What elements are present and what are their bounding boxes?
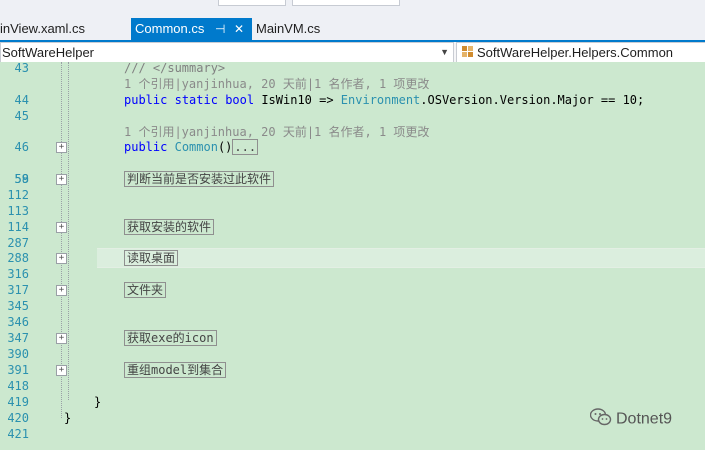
code-text: IsWin10 => [254, 93, 341, 107]
tab-label: inView.xaml.cs [0, 21, 86, 36]
line-number: 390 [7, 347, 29, 361]
code-text: () [217, 140, 233, 154]
tab-label: Common.cs [135, 21, 205, 36]
watermark-text: Dotnet9 [616, 410, 673, 428]
expand-icon[interactable]: + [56, 253, 67, 264]
line-number: 391 [7, 363, 29, 377]
region-exe-icon[interactable]: 获取exe的icon [124, 330, 217, 346]
expand-icon[interactable]: + [56, 333, 67, 344]
collapsed-block[interactable]: ... [232, 139, 259, 155]
line-number: 347 [7, 331, 29, 345]
expand-icon[interactable]: + [56, 285, 67, 296]
region-installed-check[interactable]: 判断当前是否安装过此软件 [124, 171, 275, 187]
line-number: 59 [14, 172, 29, 186]
line-number: 112 [7, 188, 29, 202]
keyword: bool [225, 93, 255, 107]
line-number: 419 [7, 395, 29, 409]
line-number: 43 [14, 61, 29, 75]
tab-common-cs[interactable]: Common.cs ⊣ ✕ [131, 18, 252, 40]
keyword: static [174, 93, 218, 107]
line-number: 44 [14, 93, 29, 107]
region-installed-list[interactable]: 获取安装的软件 [124, 219, 215, 235]
iswin10-property-line: public static bool IsWin10 => Environmen… [124, 92, 644, 108]
summary-comment-end: /// </summary> [124, 61, 226, 75]
expand-icon[interactable]: + [56, 222, 67, 233]
tab-mainview-xaml-cs[interactable]: inView.xaml.cs [0, 18, 126, 40]
line-number: 113 [7, 204, 29, 218]
tab-mainvm-cs[interactable]: MainVM.cs [256, 18, 336, 40]
region-folder[interactable]: 文件夹 [124, 282, 167, 298]
codelens-references[interactable]: 1 个引用|yanjinhua, 20 天前|1 名作者, 1 项更改 [124, 124, 429, 140]
codelens-references[interactable]: 1 个引用|yanjinhua, 20 天前|1 名作者, 1 项更改 [124, 76, 429, 92]
line-number: 46 [14, 140, 29, 154]
class-closing-brace: } [94, 395, 102, 409]
document-tab-bar: inView.xaml.cs Common.cs ⊣ ✕ MainVM.cs [0, 6, 705, 40]
expand-icon[interactable]: + [56, 174, 67, 185]
chevron-down-icon[interactable]: ▼ [440, 43, 449, 62]
expand-icon[interactable]: + [56, 142, 67, 153]
wechat-icon [589, 408, 612, 431]
project-dropdown[interactable]: SoftWareHelper ▼ [0, 42, 454, 63]
line-number: 345 [7, 299, 29, 313]
line-number: 114 [7, 220, 29, 234]
pin-icon[interactable]: ⊣ [215, 18, 225, 40]
region-desktop[interactable]: 读取桌面 [124, 250, 179, 266]
tab-label: MainVM.cs [256, 21, 321, 36]
line-number: 346 [7, 315, 29, 329]
line-number: 45 [14, 109, 29, 123]
region-model-set[interactable]: 重组model到集合 [124, 362, 227, 378]
line-number: 316 [7, 267, 29, 281]
expand-icon[interactable]: + [56, 365, 67, 376]
line-number: 317 [7, 283, 29, 297]
class-icon [461, 44, 474, 62]
type-name: Environment [340, 93, 421, 107]
current-line-highlight [97, 248, 705, 268]
navigation-bar: SoftWareHelper ▼ SoftWareHelper.Helpers.… [0, 42, 705, 63]
line-number: 288 [7, 251, 29, 265]
line-number: 420 [7, 411, 29, 425]
line-number: 418 [7, 379, 29, 393]
close-icon[interactable]: ✕ [234, 18, 244, 40]
type-name: Common [174, 140, 218, 154]
line-number: 421 [7, 427, 29, 441]
code-text: .OSVersion.Version.Major == 10; [420, 93, 645, 107]
line-number: 287 [7, 236, 29, 250]
class-dropdown[interactable]: SoftWareHelper.Helpers.Common [456, 42, 705, 63]
code-editor[interactable]: 43 /// </summary> 1 个引用|yanjinhua, 20 天前… [0, 61, 705, 450]
namespace-closing-brace: } [64, 411, 72, 425]
keyword: public [124, 93, 168, 107]
watermark: Dotnet9 [589, 408, 673, 431]
keyword: public [124, 140, 168, 154]
outline-guide-inner [68, 62, 69, 400]
project-name: SoftWareHelper [2, 45, 94, 60]
class-name: SoftWareHelper.Helpers.Common [477, 45, 674, 60]
constructor-line: public Common()... [124, 139, 259, 155]
